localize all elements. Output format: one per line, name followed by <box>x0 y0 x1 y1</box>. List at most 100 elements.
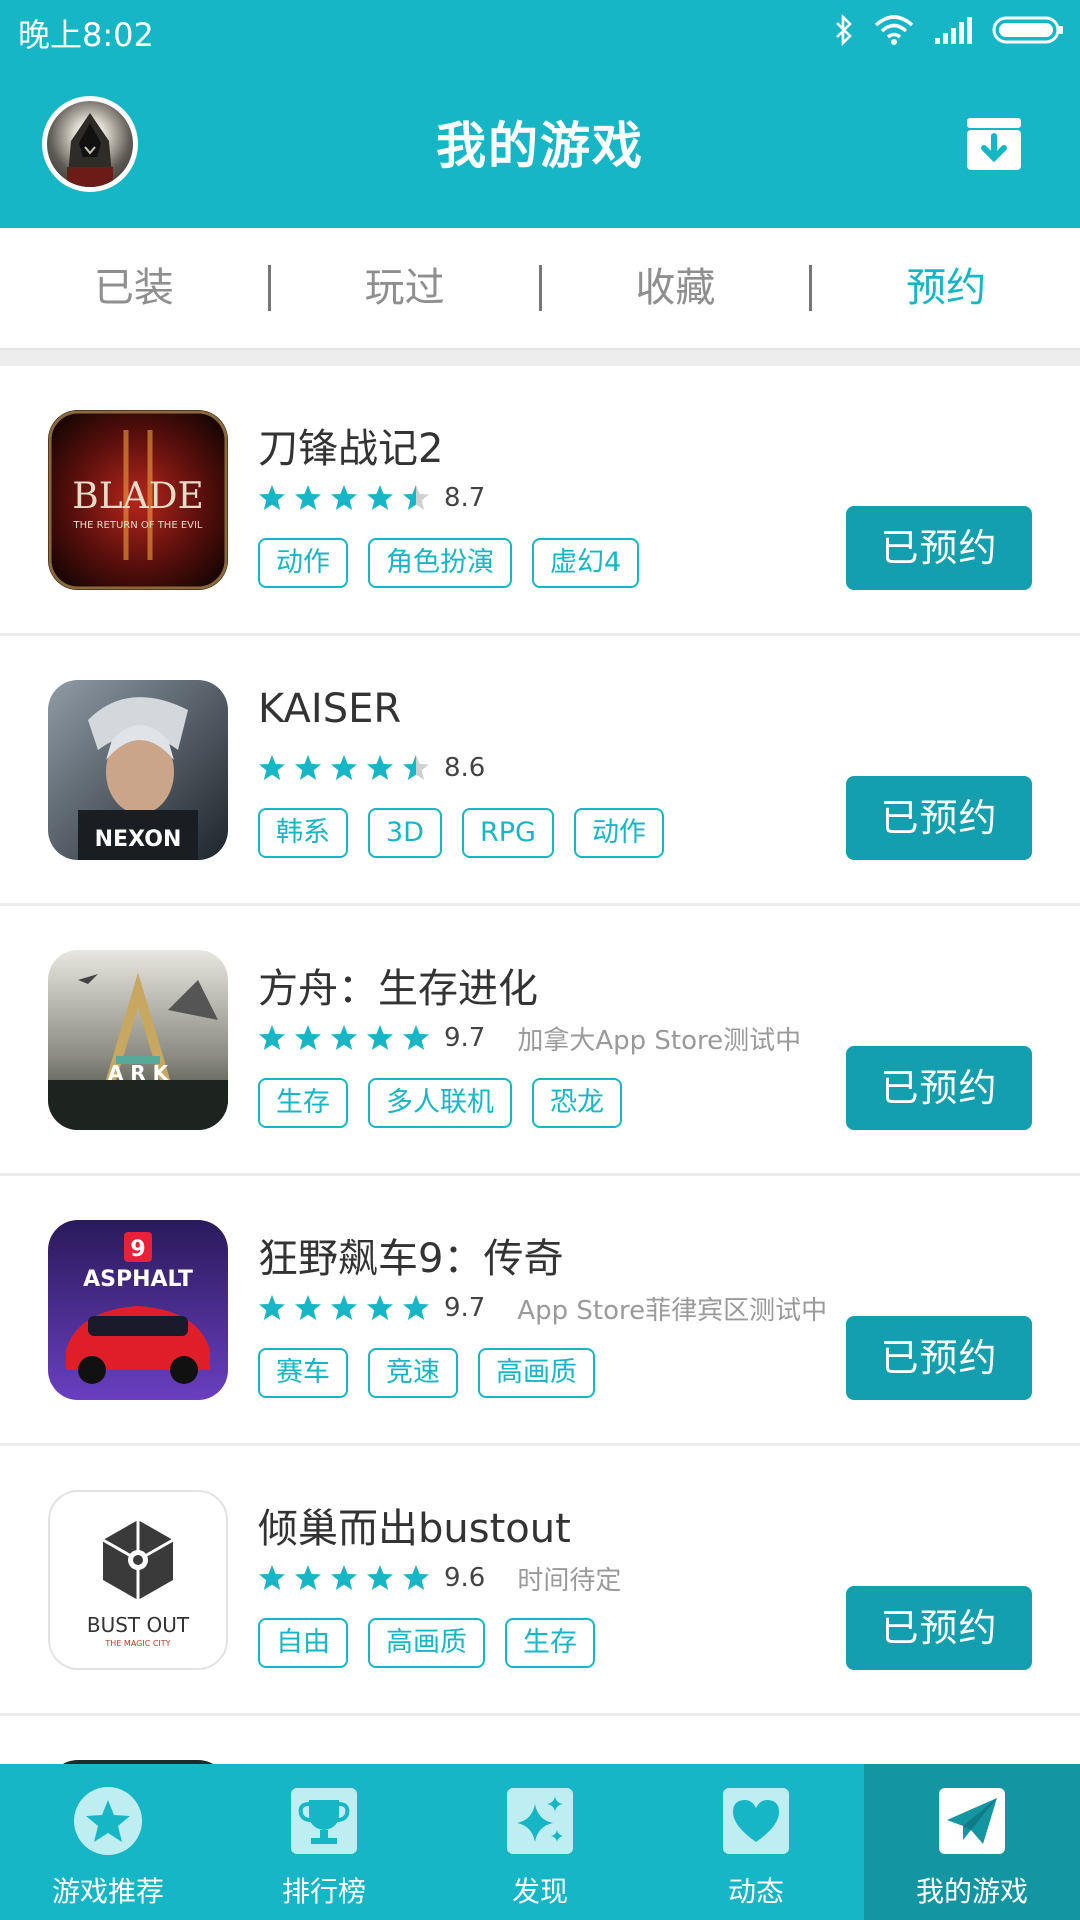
test-status: 时间待定 <box>517 1565 622 1596</box>
reserved-button[interactable]: 已预约 <box>846 776 1032 860</box>
header: 我的游戏 <box>0 62 1080 228</box>
star-icon <box>403 1295 429 1320</box>
star-icon <box>367 755 393 780</box>
kaiser-game-icon[interactable]: NEXON <box>48 680 228 860</box>
tab-played[interactable]: 玩过 <box>271 227 539 349</box>
svg-text:ASPHALT: ASPHALT <box>83 1267 193 1292</box>
list-item[interactable] <box>0 1716 1080 1764</box>
blade-game-icon[interactable]: BLADE THE RETURN OF THE EVIL <box>48 410 228 590</box>
star-rating <box>258 1294 430 1322</box>
rating-row: 8.7 <box>258 480 485 516</box>
star-icon <box>403 755 429 780</box>
bluetooth-icon <box>836 14 852 46</box>
list-item[interactable]: BUST OUT THE MAGIC CITY 倾巢而出bustout 9.6 … <box>0 1446 1080 1716</box>
reserved-button[interactable]: 已预约 <box>846 1586 1032 1670</box>
tag[interactable]: 高画质 <box>478 1348 595 1398</box>
star-rating <box>258 1564 430 1592</box>
star-icon <box>331 1295 357 1320</box>
tag[interactable]: 多人联机 <box>368 1078 512 1128</box>
nav-recommend[interactable]: 游戏推荐 <box>0 1764 216 1920</box>
status-time: 晚上8:02 <box>18 16 154 54</box>
download-box-icon[interactable] <box>966 116 1022 172</box>
list-item[interactable]: NEXON KAISER 8.6 韩系 3D RPG 动作 已预约 <box>0 636 1080 906</box>
nav-ranking[interactable]: 排行榜 <box>216 1764 432 1920</box>
star-icon <box>73 1786 143 1856</box>
tag-list: 韩系 3D RPG 动作 <box>258 808 664 858</box>
reserved-button[interactable]: 已预约 <box>846 1046 1032 1130</box>
svg-text:9: 9 <box>130 1237 145 1262</box>
tag[interactable]: 3D <box>368 808 442 858</box>
star-icon <box>403 1565 429 1590</box>
paper-plane-icon <box>937 1786 1007 1856</box>
game-list[interactable]: BLADE THE RETURN OF THE EVIL 刀锋战记2 8.7 动… <box>0 366 1080 1764</box>
bustout-game-icon[interactable]: BUST OUT THE MAGIC CITY <box>48 1490 228 1670</box>
nav-label: 我的游戏 <box>915 1875 1028 1908</box>
svg-text:THE MAGIC CITY: THE MAGIC CITY <box>104 1639 170 1648</box>
trophy-icon <box>289 1786 359 1856</box>
game-title[interactable]: KAISER <box>258 686 401 732</box>
tag[interactable]: 生存 <box>505 1618 595 1668</box>
game-title[interactable]: 狂野飙车9：传奇 <box>258 1226 563 1284</box>
tab-installed[interactable]: 已装 <box>0 227 268 349</box>
tag[interactable]: 韩系 <box>258 808 348 858</box>
star-icon <box>367 1295 393 1320</box>
list-item[interactable]: 9 ASPHALT 狂野飙车9：传奇 9.7 App Store菲律宾区测试中 … <box>0 1176 1080 1446</box>
star-icon <box>259 1025 285 1050</box>
star-icon <box>331 1565 357 1590</box>
svg-text:BLADE: BLADE <box>72 476 204 517</box>
svg-text:A R K: A R K <box>108 1061 170 1085</box>
svg-text:THE RETURN OF THE EVIL: THE RETURN OF THE EVIL <box>72 520 202 531</box>
tag-list: 生存 多人联机 恐龙 <box>258 1078 622 1128</box>
star-icon <box>367 1025 393 1050</box>
star-icon <box>331 485 357 510</box>
star-rating <box>258 754 430 782</box>
asphalt-game-icon[interactable]: 9 ASPHALT <box>48 1220 228 1400</box>
battery-icon <box>992 16 1063 44</box>
star-rating <box>258 1024 430 1052</box>
rating-row: 9.7 加拿大App Store测试中 <box>258 1020 801 1056</box>
tag[interactable]: 高画质 <box>368 1618 485 1668</box>
tag[interactable]: 恐龙 <box>532 1078 622 1128</box>
game-title[interactable]: 倾巢而出bustout <box>258 1496 571 1554</box>
star-rating <box>258 484 430 512</box>
reserved-button[interactable]: 已预约 <box>846 506 1032 590</box>
tag[interactable]: 竞速 <box>368 1348 458 1398</box>
rating-row: 8.6 <box>258 750 485 786</box>
rating-score: 9.7 <box>444 1293 486 1323</box>
tag[interactable]: RPG <box>461 808 554 858</box>
sparkle-icon <box>505 1786 575 1856</box>
wifi-icon <box>874 15 914 45</box>
game-title[interactable]: 刀锋战记2 <box>258 416 443 474</box>
reserved-button[interactable]: 已预约 <box>846 1316 1032 1400</box>
nav-feed[interactable]: 动态 <box>648 1764 864 1920</box>
tag[interactable]: 自由 <box>258 1618 348 1668</box>
tag-list: 动作 角色扮演 虚幻4 <box>258 538 640 588</box>
ark-game-icon[interactable]: A R K <box>48 950 228 1130</box>
tag[interactable]: 动作 <box>258 538 348 588</box>
tag-list: 自由 高画质 生存 <box>258 1618 595 1668</box>
tab-favorites[interactable]: 收藏 <box>542 227 810 349</box>
test-status: App Store菲律宾区测试中 <box>517 1295 828 1326</box>
tag[interactable]: 生存 <box>258 1078 348 1128</box>
tag[interactable]: 角色扮演 <box>368 538 512 588</box>
page-title: 我的游戏 <box>436 117 644 175</box>
nav-label: 游戏推荐 <box>51 1875 164 1908</box>
svg-text:BUST OUT: BUST OUT <box>87 1613 190 1637</box>
rating-row: 9.7 App Store菲律宾区测试中 <box>258 1290 827 1326</box>
nav-label: 发现 <box>511 1875 568 1908</box>
bottom-navigation: 游戏推荐 排行榜 发现 动态 我的游戏 <box>0 1764 1080 1920</box>
nav-discover[interactable]: 发现 <box>432 1764 648 1920</box>
nav-my-games[interactable]: 我的游戏 <box>864 1764 1080 1920</box>
star-icon <box>367 485 393 510</box>
test-status: 加拿大App Store测试中 <box>517 1025 802 1056</box>
rating-row: 9.6 时间待定 <box>258 1560 621 1596</box>
star-icon <box>295 755 321 780</box>
game-title[interactable]: 方舟：生存进化 <box>258 956 538 1014</box>
tag[interactable]: 赛车 <box>258 1348 348 1398</box>
list-item[interactable]: BLADE THE RETURN OF THE EVIL 刀锋战记2 8.7 动… <box>0 366 1080 636</box>
tag[interactable]: 虚幻4 <box>532 538 640 588</box>
nav-label: 动态 <box>727 1875 784 1908</box>
tab-reserved[interactable]: 预约 <box>812 227 1080 349</box>
tag[interactable]: 动作 <box>573 808 664 858</box>
list-item[interactable]: A R K 方舟：生存进化 9.7 加拿大App Store测试中 生存 多人联… <box>0 906 1080 1176</box>
